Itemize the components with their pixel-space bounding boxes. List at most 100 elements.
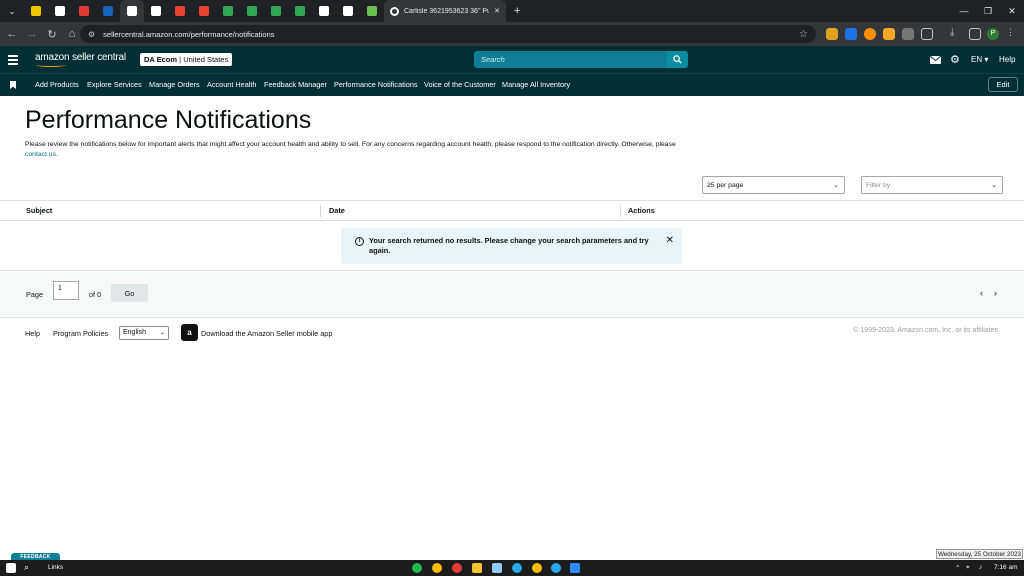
- network-icon[interactable]: ⌖: [966, 564, 970, 572]
- prev-page-icon[interactable]: ‹: [980, 288, 983, 298]
- close-window-icon[interactable]: ✕: [1000, 0, 1024, 22]
- browser-tab-9[interactable]: [216, 0, 240, 22]
- browser-tab-6[interactable]: [144, 0, 168, 22]
- seller-app-icon[interactable]: a: [181, 324, 198, 341]
- edit-nav-button[interactable]: Edit: [988, 77, 1018, 92]
- app-icon-blue[interactable]: [492, 563, 502, 573]
- extension-icon-5[interactable]: [902, 28, 914, 40]
- browser-tab-10[interactable]: [240, 0, 264, 22]
- telegram-icon[interactable]: [512, 563, 522, 573]
- browser-tab-4[interactable]: [96, 0, 120, 22]
- column-actions: Actions: [628, 206, 655, 215]
- zoom-icon[interactable]: [570, 563, 580, 573]
- download-app-link[interactable]: Download the Amazon Seller mobile app: [201, 329, 332, 338]
- browser-tab-11[interactable]: [264, 0, 288, 22]
- nav-item-performance-notifications[interactable]: Performance Notifications: [334, 80, 418, 89]
- forward-icon[interactable]: →: [22, 22, 42, 46]
- next-page-icon[interactable]: ›: [994, 288, 997, 298]
- nav-item-account-health[interactable]: Account Health: [207, 80, 257, 89]
- downloads-icon[interactable]: ⤓: [950, 27, 962, 39]
- footer-language-select[interactable]: English ⌄: [119, 326, 169, 340]
- nav-item-manage-all-inventory[interactable]: Manage All Inventory: [502, 80, 570, 89]
- browser-tab-1[interactable]: [24, 0, 48, 22]
- column-date[interactable]: Date: [329, 206, 345, 215]
- contact-us-link[interactable]: contact us.: [25, 151, 58, 158]
- browser-tab-5[interactable]: [120, 0, 144, 22]
- tab-favicon-icon: [367, 6, 377, 16]
- restore-icon[interactable]: ❐: [976, 0, 1000, 22]
- browser-tab-3[interactable]: [72, 0, 96, 22]
- browser-menu-icon[interactable]: ⋮: [1006, 27, 1018, 39]
- browser-tab-7[interactable]: [168, 0, 192, 22]
- taskbar: ⌕ Links ⌃ ⌖ ♪ 7:16 am: [0, 560, 1024, 576]
- per-page-select[interactable]: 25 per page ⌄: [702, 176, 845, 194]
- address-bar[interactable]: ⚙ sellercentral.amazon.com/performance/n…: [80, 25, 816, 43]
- hamburger-menu-icon[interactable]: [8, 55, 18, 67]
- chrome-icon[interactable]: [432, 563, 442, 573]
- url-text: sellercentral.amazon.com/performance/not…: [103, 29, 275, 39]
- taskbar-links-label[interactable]: Links: [48, 564, 63, 571]
- tab-search-button[interactable]: ⌄: [0, 0, 24, 22]
- search-icon: [673, 55, 682, 64]
- browser-tab-12[interactable]: [288, 0, 312, 22]
- site-info-icon[interactable]: ⚙: [88, 30, 95, 39]
- browser-tab-15[interactable]: [360, 0, 384, 22]
- volume-icon[interactable]: ♪: [979, 564, 982, 571]
- language-selector[interactable]: EN ▾: [971, 46, 988, 73]
- mail-icon[interactable]: [930, 46, 941, 73]
- browser-tab-13[interactable]: [312, 0, 336, 22]
- chevron-down-icon: ⌄: [991, 182, 997, 189]
- tray-chevron-icon[interactable]: ⌃: [955, 564, 960, 572]
- profile-avatar[interactable]: P: [987, 28, 999, 40]
- bookmark-star-icon[interactable]: ☆: [799, 29, 808, 40]
- nav-item-explore-services[interactable]: Explore Services: [87, 80, 142, 89]
- go-button[interactable]: Go: [111, 284, 148, 302]
- extension-icon-1[interactable]: [826, 28, 838, 40]
- intro-body: Please review the notifications below fo…: [25, 141, 676, 148]
- clock-time[interactable]: 7:16 am: [994, 564, 1018, 571]
- extension-icon-3[interactable]: [864, 28, 876, 40]
- telegram-icon-2[interactable]: [551, 563, 561, 573]
- chrome-active-icon[interactable]: [532, 563, 542, 573]
- nav-item-add-products[interactable]: Add Products: [35, 80, 79, 89]
- column-subject[interactable]: Subject: [26, 206, 52, 215]
- extension-icon-2[interactable]: [845, 28, 857, 40]
- new-tab-button[interactable]: +: [514, 5, 520, 17]
- taskbar-search-icon[interactable]: ⌕: [24, 562, 29, 573]
- close-alert-icon[interactable]: ✕: [666, 235, 674, 246]
- side-panel-icon[interactable]: [969, 28, 981, 40]
- active-tab[interactable]: Carlisle 3621953623 36" Push ✕: [384, 0, 506, 22]
- minimize-icon[interactable]: —: [952, 0, 976, 22]
- spotify-icon[interactable]: [412, 563, 422, 573]
- extension-icon-4[interactable]: [883, 28, 895, 40]
- nav-item-voice-of-the-customer[interactable]: Voice of the Customer: [424, 80, 496, 89]
- close-tab-icon[interactable]: ✕: [494, 7, 500, 15]
- search-input[interactable]: Search: [474, 51, 688, 68]
- help-link[interactable]: Help: [999, 46, 1015, 73]
- column-divider: [320, 205, 321, 217]
- nav-item-feedback-manager[interactable]: Feedback Manager: [264, 80, 327, 89]
- search-button[interactable]: [667, 51, 688, 68]
- settings-gear-icon[interactable]: ⚙: [950, 46, 960, 73]
- page-number-input[interactable]: 1: [53, 281, 79, 300]
- back-icon[interactable]: ←: [2, 22, 22, 46]
- file-explorer-icon[interactable]: [472, 563, 482, 573]
- google-icon: [390, 6, 399, 16]
- amazon-seller-central-logo[interactable]: amazon seller central: [35, 52, 126, 63]
- windows-start-icon[interactable]: [6, 563, 16, 573]
- nav-item-manage-orders[interactable]: Manage Orders: [149, 80, 200, 89]
- bookmark-icon[interactable]: [10, 81, 16, 89]
- footer-help-link[interactable]: Help: [25, 329, 40, 338]
- footer-program-policies-link[interactable]: Program Policies: [53, 329, 108, 338]
- no-results-alert: i Your search returned no results. Pleas…: [341, 228, 682, 264]
- browser-tab-8[interactable]: [192, 0, 216, 22]
- extensions-puzzle-icon[interactable]: [921, 28, 933, 40]
- reload-icon[interactable]: ↻: [42, 22, 62, 46]
- home-icon[interactable]: ⌂: [62, 22, 82, 46]
- language-label: EN: [971, 55, 983, 64]
- filter-by-select[interactable]: Filter by ⌄: [861, 176, 1003, 194]
- browser-tab-2[interactable]: [48, 0, 72, 22]
- account-switcher[interactable]: DA Ecom | United States: [140, 53, 233, 66]
- browser-tab-14[interactable]: [336, 0, 360, 22]
- app-icon-red[interactable]: [452, 563, 462, 573]
